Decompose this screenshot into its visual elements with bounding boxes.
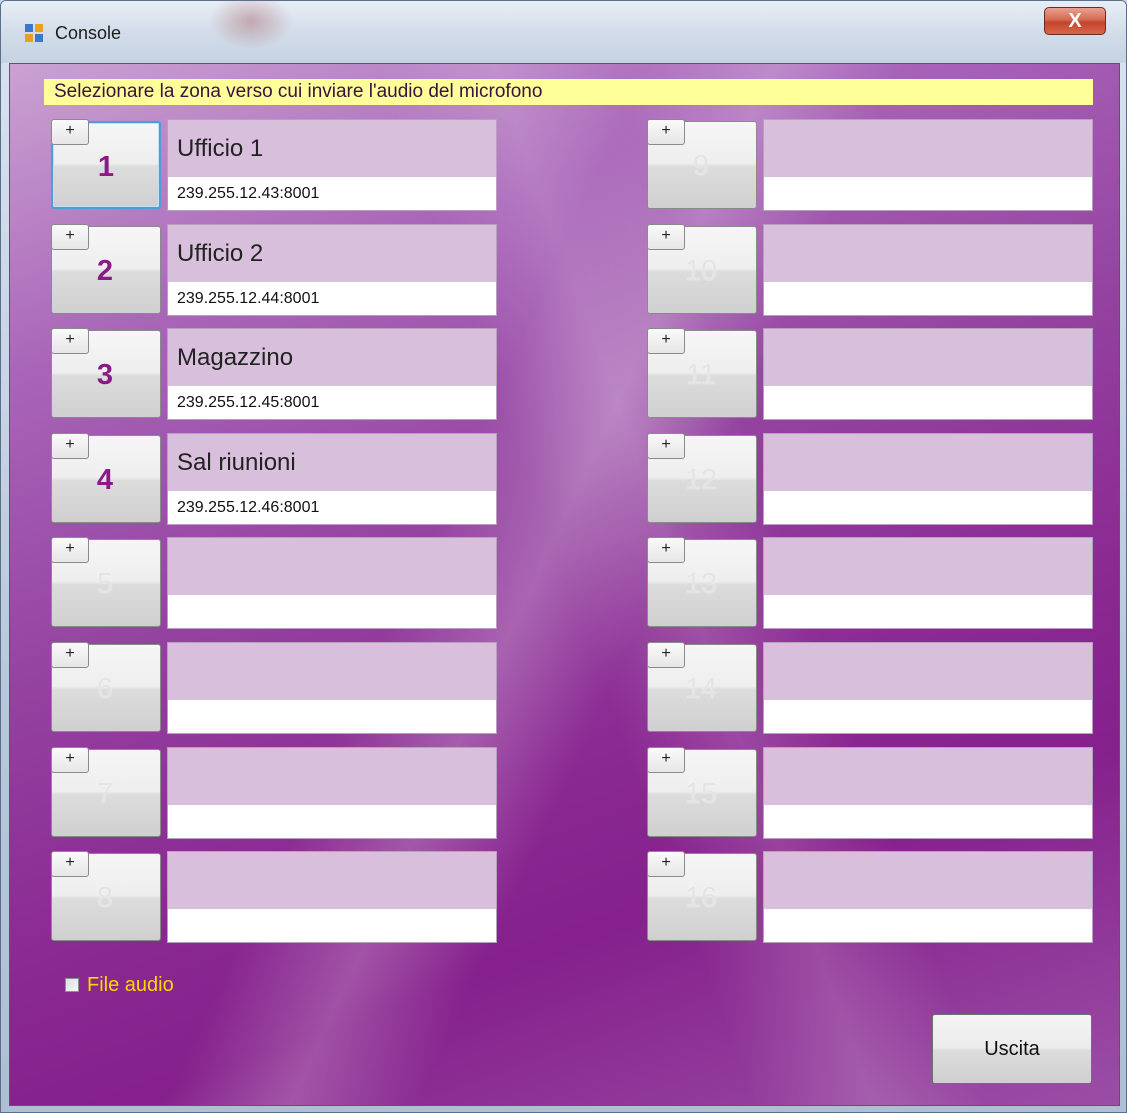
zone-address-field [763, 805, 1093, 839]
zone-add-button-3[interactable]: + [51, 328, 89, 354]
zone-add-button-6[interactable]: + [51, 642, 89, 668]
zone-number: 15 [684, 778, 718, 810]
zone-number: 7 [96, 778, 114, 810]
zone-name-field [167, 747, 497, 805]
zone-row-4: 4 + Sal riunioni 239.255.12.46:8001 [51, 433, 499, 527]
zone-add-button-11[interactable]: + [647, 328, 685, 354]
zone-name-field: Ufficio 1 [167, 119, 497, 177]
zone-number: 13 [684, 568, 718, 600]
zone-row-3: 3 + Magazzino 239.255.12.45:8001 [51, 328, 499, 422]
zone-number: 5 [96, 568, 114, 600]
zone-address-field: 239.255.12.43:8001 [167, 177, 497, 211]
zone-name-field [763, 851, 1093, 909]
zone-row-7: 7 + [51, 747, 499, 841]
zone-add-button-10[interactable]: + [647, 224, 685, 250]
close-button[interactable]: X [1044, 7, 1106, 35]
zone-name-field: Magazzino [167, 328, 497, 386]
zone-number: 14 [684, 673, 718, 705]
close-icon: X [1068, 10, 1082, 32]
zone-add-button-2[interactable]: + [51, 224, 89, 250]
zone-address-field [167, 700, 497, 734]
zone-row-5: 5 + [51, 537, 499, 631]
zone-add-button-8[interactable]: + [51, 851, 89, 877]
zone-add-button-13[interactable]: + [647, 537, 685, 563]
app-window-icon [25, 24, 45, 44]
zone-name-field [763, 642, 1093, 700]
zone-address-field [763, 386, 1093, 420]
zone-address-field [763, 595, 1093, 629]
zone-row-13: 13 + [647, 537, 1095, 631]
zone-number: 10 [684, 255, 718, 287]
zone-number: 6 [96, 673, 114, 705]
zone-add-button-7[interactable]: + [51, 747, 89, 773]
zone-name-field [763, 433, 1093, 491]
zone-row-11: 11 + [647, 328, 1095, 422]
zone-name-field [763, 747, 1093, 805]
zone-row-8: 8 + [51, 851, 499, 945]
zone-name-field [167, 642, 497, 700]
zone-address-field [763, 282, 1093, 316]
zone-name-field [167, 537, 497, 595]
zone-row-16: 16 + [647, 851, 1095, 945]
zone-address-field [763, 491, 1093, 525]
zone-number: 1 [97, 151, 115, 183]
zone-add-button-9[interactable]: + [647, 119, 685, 145]
zone-name-field [167, 851, 497, 909]
zone-row-9: 9 + [647, 119, 1095, 213]
zone-row-6: 6 + [51, 642, 499, 736]
zone-number: 9 [692, 150, 710, 182]
zone-number: 4 [96, 464, 114, 496]
zone-address-field: 239.255.12.44:8001 [167, 282, 497, 316]
zone-address-field [167, 805, 497, 839]
file-audio-checkbox[interactable] [65, 978, 79, 992]
zone-number: 16 [684, 882, 718, 914]
zone-name-field: Sal riunioni [167, 433, 497, 491]
exit-button[interactable]: Uscita [932, 1014, 1092, 1084]
console-window: Console X Selezionare la zona verso cui … [0, 0, 1127, 1113]
zone-address-field [763, 177, 1093, 211]
zone-address-field [167, 595, 497, 629]
zone-number: 3 [96, 359, 114, 391]
client-area: Selezionare la zona verso cui inviare l'… [9, 63, 1120, 1106]
zone-add-button-5[interactable]: + [51, 537, 89, 563]
window-title: Console [55, 23, 122, 43]
instruction-banner: Selezionare la zona verso cui inviare l'… [44, 79, 1093, 105]
zone-add-button-14[interactable]: + [647, 642, 685, 668]
zone-name-field [763, 224, 1093, 282]
zone-add-button-12[interactable]: + [647, 433, 685, 459]
zone-address-field [167, 909, 497, 943]
zone-number: 11 [685, 359, 717, 391]
zone-row-14: 14 + [647, 642, 1095, 736]
zone-row-12: 12 + [647, 433, 1095, 527]
zone-number: 8 [96, 882, 114, 914]
zone-name-field [763, 119, 1093, 177]
zone-row-10: 10 + [647, 224, 1095, 318]
zone-address-field [763, 909, 1093, 943]
zone-number: 12 [684, 464, 718, 496]
zone-row-15: 15 + [647, 747, 1095, 841]
zone-address-field: 239.255.12.46:8001 [167, 491, 497, 525]
zone-number: 2 [96, 255, 114, 287]
file-audio-label[interactable]: File audio [87, 974, 174, 997]
title-bar[interactable]: Console X [1, 1, 1126, 63]
zone-add-button-4[interactable]: + [51, 433, 89, 459]
zone-address-field [763, 700, 1093, 734]
zone-name-field [763, 537, 1093, 595]
zone-name-field: Ufficio 2 [167, 224, 497, 282]
zone-add-button-16[interactable]: + [647, 851, 685, 877]
zone-row-1: 1 + Ufficio 1 239.255.12.43:8001 [51, 119, 499, 213]
zone-address-field: 239.255.12.45:8001 [167, 386, 497, 420]
zone-add-button-1[interactable]: + [51, 119, 89, 145]
zone-add-button-15[interactable]: + [647, 747, 685, 773]
zone-name-field [763, 328, 1093, 386]
zone-row-2: 2 + Ufficio 2 239.255.12.44:8001 [51, 224, 499, 318]
